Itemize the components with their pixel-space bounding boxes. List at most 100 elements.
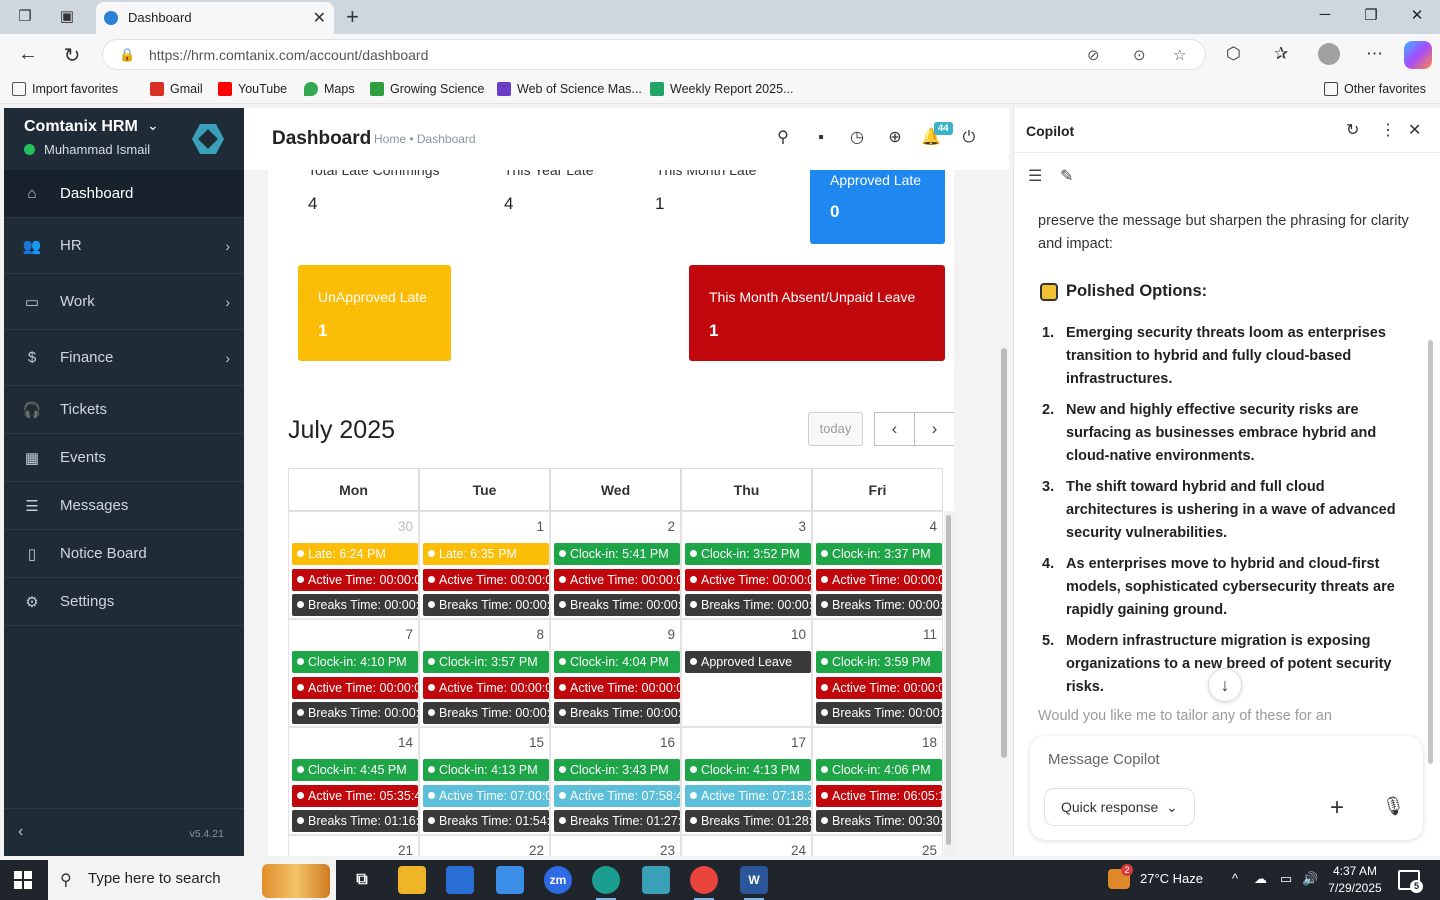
calendar-date-number[interactable]: 9 (667, 627, 675, 642)
calendar-event[interactable]: Breaks Time: 00:30:5 (816, 810, 942, 832)
collapse-sidebar-icon[interactable]: ‹ (18, 823, 23, 841)
refresh-button[interactable]: ↻ (60, 43, 84, 68)
sidebar-item-work[interactable]: ▭ Work › (4, 274, 244, 330)
calendar-day-cell[interactable]: 10 Approved Leave (681, 619, 812, 727)
close-window-button[interactable]: ✕ (1402, 6, 1432, 24)
word-icon[interactable]: W (740, 866, 768, 900)
calendar-event[interactable]: Active Time: 00:00:00 (423, 676, 549, 699)
calendar-event[interactable]: Active Time: 00:00:00 (816, 676, 942, 699)
network-icon[interactable]: ▭ (1280, 871, 1292, 887)
calendar-day-cell[interactable]: 17 Clock-in: 4:13 PM Active Time: 07:18:3 B… (681, 727, 812, 835)
calendar-date-number[interactable]: 21 (398, 843, 413, 856)
calendar-date-number[interactable]: 7 (405, 627, 413, 642)
calendar-event[interactable]: Clock-in: 3:57 PM (423, 651, 549, 673)
calendar-day-cell[interactable]: 16 Clock-in: 3:43 PM Active Time: 07:58:4 B… (550, 727, 681, 835)
copilot-icon[interactable] (1404, 41, 1432, 69)
sidebar-item-settings[interactable]: ⚙ Settings (4, 578, 244, 626)
search-icon[interactable]: ⚲ (772, 127, 794, 149)
calendar-date-number[interactable]: 23 (660, 843, 675, 856)
minimize-button[interactable]: ─ (1310, 6, 1340, 23)
url-box[interactable]: 🔒 https://hrm.comtanix.com/account/dashb… (102, 39, 1206, 70)
calendar-date-number[interactable]: 15 (529, 735, 544, 750)
calendar-date-number[interactable]: 24 (791, 843, 806, 856)
calendar-event[interactable]: Active Time: 00:00:00 (554, 568, 680, 591)
edge-icon[interactable] (592, 866, 620, 900)
microphone-icon[interactable]: 🎙 (1382, 796, 1405, 817)
sidebar-item-tickets[interactable]: 🎧 Tickets (4, 386, 244, 434)
calendar-day-cell[interactable]: 22 (419, 835, 550, 856)
calendar-day-cell[interactable]: 24 (681, 835, 812, 856)
calendar-event[interactable]: Breaks Time: 00:00:00 (816, 702, 942, 724)
calendar-day-cell[interactable]: 25 (812, 835, 943, 856)
calendar-day-cell[interactable]: 2 Clock-in: 5:41 PM Active Time: 00:00:00 B… (550, 511, 681, 619)
microsoft-store-icon[interactable] (446, 866, 474, 894)
calendar-event[interactable]: Clock-in: 3:37 PM (816, 543, 942, 565)
favorite-weekly-report[interactable]: Weekly Report 2025... (650, 82, 793, 96)
calendar-event[interactable]: Active Time: 07:58:4 (554, 784, 680, 807)
today-button[interactable]: today (808, 412, 863, 446)
calendar-date-number[interactable]: 18 (922, 735, 937, 750)
calendar-event[interactable]: Active Time: 07:18:3 (685, 784, 811, 807)
calendar-date-number[interactable]: 25 (922, 843, 937, 856)
calendar-day-cell[interactable]: 3 Clock-in: 3:52 PM Active Time: 00:00:00 B… (681, 511, 812, 619)
calendar-day-cell[interactable]: 15 Clock-in: 4:13 PM Active Time: 07:00:0 B… (419, 727, 550, 835)
calendar-day-cell[interactable]: 23 (550, 835, 681, 856)
brand-name[interactable]: Comtanix HRM (24, 118, 138, 136)
calendar-event[interactable]: Clock-in: 4:06 PM (816, 759, 942, 781)
new-tab-button[interactable]: + (346, 4, 359, 30)
comtanix-app-icon[interactable] (642, 866, 670, 894)
tracking-prevention-icon[interactable]: ⊘ (1087, 46, 1100, 64)
calendar-event[interactable]: Late: 6:35 PM (423, 543, 549, 565)
calendar-event[interactable]: Breaks Time: 01:54:2 (423, 810, 549, 832)
favorite-maps[interactable]: Maps (304, 82, 355, 96)
close-icon[interactable]: ✕ (1408, 120, 1421, 140)
sidebar-item-notice-board[interactable]: ▯ Notice Board (4, 530, 244, 578)
sidebar-item-messages[interactable]: ☰ Messages (4, 482, 244, 530)
calendar-date-number[interactable]: 4 (929, 519, 937, 534)
new-chat-icon[interactable]: ✎ (1060, 166, 1073, 186)
volume-icon[interactable]: 🔊 (1302, 871, 1318, 887)
message-input[interactable] (1048, 748, 1388, 770)
chevron-up-icon[interactable]: ^ (1232, 871, 1238, 886)
calendar-date-number[interactable]: 17 (791, 735, 806, 750)
calendar-event[interactable]: Clock-in: 4:13 PM (685, 759, 811, 781)
copilot-scrollbar[interactable] (1428, 340, 1433, 764)
calendar-day-cell[interactable]: 7 Clock-in: 4:10 PM Active Time: 00:00:00 B… (288, 619, 419, 727)
scroll-down-icon[interactable]: ↓ (1208, 668, 1242, 702)
calendar-date-number[interactable]: 3 (798, 519, 806, 534)
calendar-day-cell[interactable]: 21 (288, 835, 419, 856)
calendar-event[interactable]: Active Time: 00:00:00 (292, 568, 418, 591)
calendar-date-number[interactable]: 8 (536, 627, 544, 642)
calendar-event[interactable]: Clock-in: 3:43 PM (554, 759, 680, 781)
calendar-event[interactable]: Breaks Time: 00:00:00 (816, 594, 942, 616)
calendar-event[interactable]: Active Time: 05:35:4 (292, 784, 418, 807)
calendar-event[interactable]: Clock-in: 3:52 PM (685, 543, 811, 565)
clock-icon[interactable]: ◷ (846, 127, 868, 149)
calendar-event[interactable]: Active Time: 07:00:0 (423, 784, 549, 807)
calendar-day-cell[interactable]: 4 Clock-in: 3:37 PM Active Time: 00:00:00 B… (812, 511, 943, 619)
close-tab-icon[interactable]: ✕ (313, 8, 326, 28)
calendar-scrollbar[interactable] (944, 511, 954, 856)
calendar-event[interactable]: Clock-in: 5:41 PM (554, 543, 680, 565)
quick-response-dropdown[interactable]: Quick response ⌄ (1044, 788, 1195, 826)
calendar-date-number[interactable]: 10 (791, 627, 806, 642)
zoom-icon[interactable]: zm (544, 866, 572, 894)
calendar-date-number[interactable]: 14 (398, 735, 413, 750)
calendar-day-cell[interactable]: 8 Clock-in: 3:57 PM Active Time: 00:00:00 B… (419, 619, 550, 727)
sticky-note-icon[interactable]: ▪ (810, 127, 832, 149)
tab-actions-icon[interactable]: ▣ (56, 6, 78, 28)
calendar-event[interactable]: Clock-in: 3:59 PM (816, 651, 942, 673)
add-attachment-icon[interactable]: + (1330, 794, 1344, 822)
unapproved-late-card[interactable]: UnApproved Late 1 (298, 265, 451, 361)
calendar-day-cell[interactable]: 14 Clock-in: 4:45 PM Active Time: 05:35:4 B… (288, 727, 419, 835)
calendar-date-number[interactable]: 1 (536, 519, 544, 534)
favorite-web-of-science[interactable]: Web of Science Mas... (497, 82, 642, 96)
calendar-day-cell[interactable]: 18 Clock-in: 4:06 PM Active Time: 06:05:1 B… (812, 727, 943, 835)
refresh-icon[interactable]: ↻ (1346, 120, 1359, 140)
calendar-next-button[interactable]: › (914, 412, 954, 446)
calendar-event[interactable]: Breaks Time: 01:28:1 (685, 810, 811, 832)
calendar-event[interactable]: Breaks Time: 00:00:00 (292, 594, 418, 616)
calendar-event[interactable]: Breaks Time: 00:00:00 (685, 594, 811, 616)
weather-text[interactable]: 27°C Haze (1140, 871, 1203, 886)
calendar-event[interactable]: Breaks Time: 00:00:00 (423, 594, 549, 616)
